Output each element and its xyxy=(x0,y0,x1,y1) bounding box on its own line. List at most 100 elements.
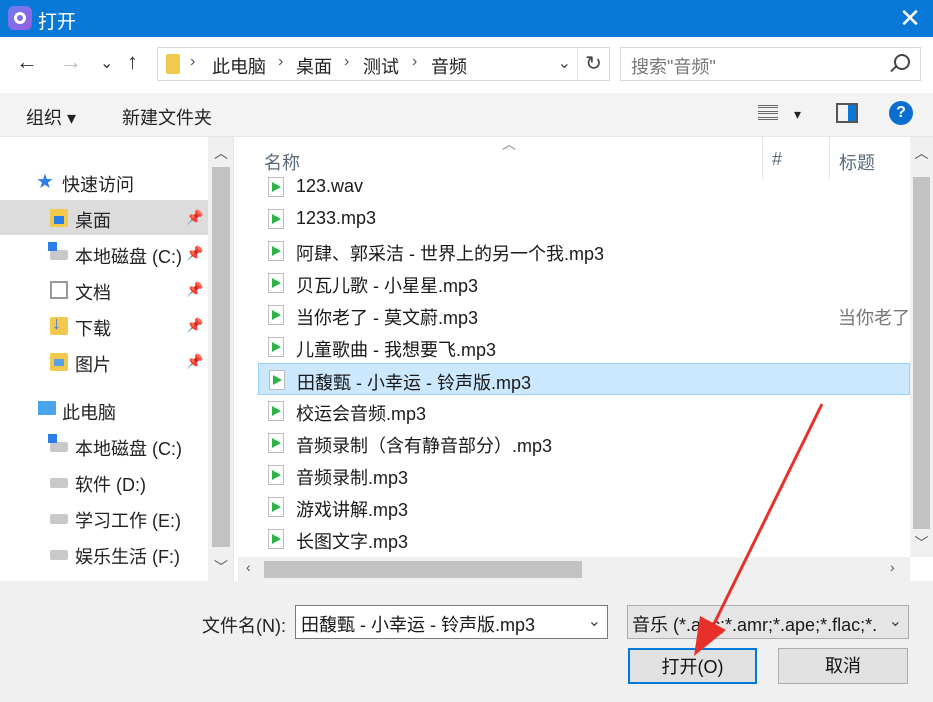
file-name: 1233.mp3 xyxy=(296,208,377,228)
chevron-down-icon[interactable]: ⌄ xyxy=(588,611,601,631)
desktop-folder-icon xyxy=(50,209,68,227)
open-button[interactable]: 打开(O) xyxy=(628,648,757,684)
file-name: 123.wav xyxy=(296,176,364,196)
file-row[interactable]: 田馥甄 - 小幸运 - 铃声版.mp3 xyxy=(258,363,910,395)
file-row[interactable]: 当你老了 - 莫文蔚.mp3 当你老了 xyxy=(258,299,910,331)
sidebar-item-quick-access[interactable]: ★ 快速访问 xyxy=(0,164,208,199)
file-row[interactable]: 123.wav xyxy=(258,171,910,203)
view-dropdown-icon[interactable]: ▾ xyxy=(794,106,801,123)
file-type-value: 音乐 (*.aac;*.amr;*.ape;*.flac;*. xyxy=(632,615,878,635)
pin-icon[interactable]: 📌 xyxy=(186,281,203,298)
search-input[interactable]: 搜索"音频" xyxy=(620,47,921,81)
forward-arrow-icon[interactable]: → xyxy=(60,49,82,75)
help-icon[interactable]: ? xyxy=(889,101,913,125)
file-row[interactable]: 音频录制.mp3 xyxy=(258,459,910,491)
breadcrumb-desktop[interactable]: 桌面 xyxy=(296,53,332,79)
sidebar-item-label: 图片 xyxy=(75,355,111,375)
scroll-right-icon[interactable]: › xyxy=(890,559,895,575)
sidebar-item-this-pc[interactable]: 此电脑 xyxy=(0,392,208,427)
scroll-left-icon[interactable]: ‹ xyxy=(246,559,251,575)
file-name: 儿童歌曲 - 我想要飞.mp3 xyxy=(296,340,497,360)
chevron-down-icon[interactable]: ⌄ xyxy=(889,611,902,631)
file-row[interactable]: 长图文字.mp3 xyxy=(258,523,910,555)
scrollbar-thumb[interactable] xyxy=(913,177,930,529)
scrollbar-thumb[interactable] xyxy=(264,561,582,578)
file-title: 当你老了 xyxy=(838,308,910,328)
window-title: 打开 xyxy=(38,12,77,33)
sidebar-scrollbar[interactable]: ︿ ﹀ xyxy=(208,137,233,581)
chevron-right-icon[interactable]: › xyxy=(344,53,349,71)
pin-icon[interactable]: 📌 xyxy=(186,353,203,370)
file-row[interactable]: 游戏讲解.mp3 xyxy=(258,491,910,523)
sidebar-item-label: 此电脑 xyxy=(62,403,116,423)
file-list-scrollbar[interactable]: ︿ ﹀ xyxy=(910,137,933,557)
folder-icon xyxy=(166,54,180,74)
audio-file-icon xyxy=(268,273,284,293)
address-dropdown-icon[interactable]: ⌄ xyxy=(558,53,571,73)
chevron-right-icon[interactable]: › xyxy=(412,53,417,71)
column-header-number[interactable]: # xyxy=(772,149,782,170)
pin-icon[interactable]: 📌 xyxy=(186,317,203,334)
refresh-icon[interactable]: ↻ xyxy=(577,48,609,80)
breadcrumb-test[interactable]: 测试 xyxy=(363,53,399,79)
horizontal-scrollbar[interactable]: ‹ › xyxy=(238,557,910,581)
sidebar-item-drive-d[interactable]: 软件 (D:) xyxy=(0,464,208,499)
drive-icon xyxy=(50,550,68,560)
filename-field[interactable]: 田馥甄 - 小幸运 - 铃声版.mp3 ⌄ xyxy=(295,605,608,639)
navigation-bar: ← → ⌄ ↑ › 此电脑 › 桌面 › 测试 › 音频 ⌄ ↻ 搜索"音频" xyxy=(0,37,933,93)
drive-icon xyxy=(50,478,68,488)
sidebar-item-label: 学习工作 (E:) xyxy=(75,511,181,531)
sidebar-item-drive-e[interactable]: 学习工作 (E:) xyxy=(0,500,208,535)
cancel-button[interactable]: 取消 xyxy=(778,648,908,684)
sidebar-item-label: 文档 xyxy=(75,283,111,303)
dialog-footer: 文件名(N): 田馥甄 - 小幸运 - 铃声版.mp3 ⌄ 音乐 (*.aac;… xyxy=(0,581,933,702)
pictures-icon xyxy=(50,353,68,371)
navigation-pane: ★ 快速访问 桌面 📌 本地磁盘 (C:) 📌 文档 📌 下载 📌 图片 📌 此… xyxy=(0,137,234,581)
file-type-select[interactable]: 音乐 (*.aac;*.amr;*.ape;*.flac;*. ⌄ xyxy=(627,605,909,639)
audio-file-icon xyxy=(268,433,284,453)
sidebar-item-label: 桌面 xyxy=(75,211,111,231)
sidebar-item-documents[interactable]: 文档 📌 xyxy=(0,272,208,307)
audio-file-icon xyxy=(269,370,285,390)
file-row[interactable]: 校运会音频.mp3 xyxy=(258,395,910,427)
search-icon[interactable] xyxy=(894,54,910,70)
close-icon[interactable]: ✕ xyxy=(887,0,933,37)
sidebar-item-label: 娱乐生活 (F:) xyxy=(75,547,180,567)
sidebar-item-pictures[interactable]: 图片 📌 xyxy=(0,344,208,379)
sidebar-item-local-disk-c[interactable]: 本地磁盘 (C:) 📌 xyxy=(0,236,208,271)
view-details-icon[interactable] xyxy=(758,103,778,123)
file-row[interactable]: 儿童歌曲 - 我想要飞.mp3 xyxy=(258,331,910,363)
organize-menu-button[interactable]: 组织 ▾ xyxy=(26,104,76,130)
sidebar-item-downloads[interactable]: 下载 📌 xyxy=(0,308,208,343)
sidebar-item-label: 软件 (D:) xyxy=(75,475,146,495)
sidebar-item-desktop[interactable]: 桌面 📌 xyxy=(0,200,208,235)
scrollbar-thumb[interactable] xyxy=(212,167,230,547)
pin-icon[interactable]: 📌 xyxy=(186,245,203,262)
scroll-down-icon[interactable]: ﹀ xyxy=(910,533,933,553)
address-bar[interactable]: › 此电脑 › 桌面 › 测试 › 音频 ⌄ ↻ xyxy=(157,47,610,81)
scroll-up-icon[interactable]: ︿ xyxy=(910,143,933,163)
breadcrumb-audio[interactable]: 音频 xyxy=(431,53,467,79)
drive-icon xyxy=(48,242,68,260)
sidebar-item-drive-c[interactable]: 本地磁盘 (C:) xyxy=(0,428,208,463)
computer-icon xyxy=(38,401,56,415)
new-folder-button[interactable]: 新建文件夹 xyxy=(122,104,212,130)
chevron-right-icon[interactable]: › xyxy=(278,53,283,71)
recent-locations-icon[interactable]: ⌄ xyxy=(100,53,113,73)
preview-pane-icon[interactable] xyxy=(836,103,858,123)
file-row[interactable]: 音频录制（含有静音部分）.mp3 xyxy=(258,427,910,459)
pin-icon[interactable]: 📌 xyxy=(186,209,203,226)
back-arrow-icon[interactable]: ← xyxy=(16,49,38,75)
scroll-up-icon[interactable]: ︿ xyxy=(208,143,233,163)
file-row[interactable]: 贝瓦儿歌 - 小星星.mp3 xyxy=(258,267,910,299)
file-name: 阿肆、郭采洁 - 世界上的另一个我.mp3 xyxy=(296,244,605,264)
file-row[interactable]: 阿肆、郭采洁 - 世界上的另一个我.mp3 xyxy=(258,235,910,267)
star-icon: ★ xyxy=(36,171,54,193)
up-arrow-icon[interactable]: ↑ xyxy=(127,49,138,75)
audio-file-icon xyxy=(268,177,284,197)
breadcrumb-this-pc[interactable]: 此电脑 xyxy=(212,53,266,79)
sidebar-item-drive-f[interactable]: 娱乐生活 (F:) xyxy=(0,536,208,571)
scroll-down-icon[interactable]: ﹀ xyxy=(208,557,233,577)
file-name: 音频录制.mp3 xyxy=(296,468,409,488)
file-row[interactable]: 1233.mp3 xyxy=(258,203,910,235)
